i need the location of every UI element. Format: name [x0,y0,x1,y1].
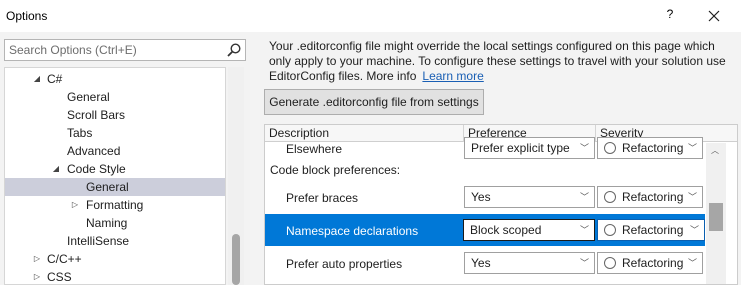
grid-section-code-block: Code block preferences: [265,159,705,181]
chevron-down-icon: ﹀ [579,143,589,153]
chevron-down-icon: ﹀ [579,192,589,202]
section-title: Code block preferences: [270,163,401,177]
search-placeholder: Search Options (Ctrl+E) [9,43,137,57]
scroll-up-icon[interactable]: ︿ [711,145,719,156]
dropdown-value: Prefer explicit type [471,141,570,155]
preference-dropdown[interactable]: Yes ﹀ [464,186,595,208]
collapsed-arrow-icon[interactable]: ▷ [32,250,42,268]
options-tree: ◢ C# General Scroll Bars Tabs Advanced ◢… [4,67,226,285]
preference-dropdown[interactable]: Block scoped ﹀ [463,219,595,241]
close-icon [708,10,720,22]
tree-item-cpp[interactable]: ▷ C/C++ [5,250,225,268]
tree-item-label: General [86,180,129,194]
grid-row-namespace-declarations[interactable]: Namespace declarations Block scoped ﹀ Re… [265,214,705,246]
grid-row-elsewhere[interactable]: Elsewhere Prefer explicit type ﹀ Refacto… [265,137,705,159]
severity-dropdown[interactable]: Refactoring ﹀ [597,137,703,159]
column-header-description[interactable]: Description [265,125,464,142]
chevron-down-icon: ﹀ [579,258,589,268]
tree-item-label: C# [47,72,63,86]
tree-item-code-style[interactable]: ◢ Code Style [5,160,225,178]
notice-text: Your .editorconfig file might override t… [269,39,726,83]
collapsed-arrow-icon[interactable]: ▷ [32,268,42,284]
grid-row-prefer-auto-properties[interactable]: Prefer auto properties Yes ﹀ Refactoring… [265,248,705,278]
chevron-down-icon: ﹀ [687,192,697,202]
tree-item-label: Code Style [67,162,126,176]
dropdown-value: Refactoring [622,256,684,270]
grid-scrollbar[interactable]: ︿ [706,143,726,284]
close-button[interactable] [701,4,727,28]
tree-item-label: Scroll Bars [67,108,126,122]
tree-item-csharp[interactable]: ◢ C# [5,70,225,88]
tree-item-css[interactable]: ▷ CSS [5,268,225,284]
collapsed-arrow-icon[interactable]: ▷ [70,196,80,214]
tree-scrollbar-thumb[interactable] [232,234,240,285]
tree-item-label: Naming [86,216,128,230]
grid-scrollbar-thumb[interactable] [709,203,723,231]
tree-item-scroll-bars[interactable]: Scroll Bars [5,106,225,124]
options-dialog: Options ? Search Options (Ctrl+E) ◢ C# G… [0,0,741,285]
chevron-down-icon: ﹀ [687,143,697,153]
title-bar: Options ? [0,0,741,32]
row-description: Elsewhere [286,142,343,156]
learn-more-link[interactable]: Learn more [422,69,483,83]
tree-item-label: General [67,90,110,104]
severity-dropdown[interactable]: Refactoring ﹀ [597,186,703,208]
row-description: Prefer auto properties [286,257,403,271]
editorconfig-notice: Your .editorconfig file might override t… [269,39,729,84]
tree-item-general[interactable]: General [5,88,225,106]
options-navigation-pane: Search Options (Ctrl+E) ◢ C# General Scr… [0,32,254,285]
expanded-arrow-icon[interactable]: ◢ [32,70,42,88]
search-icon[interactable] [226,42,242,58]
help-button[interactable]: ? [662,7,678,21]
preference-dropdown[interactable]: Yes ﹀ [464,252,595,274]
dropdown-value: Yes [471,190,491,204]
code-style-grid: Description Preference Severity Elsewher… [264,124,738,285]
tree-item-advanced[interactable]: Advanced [5,142,225,160]
chevron-down-icon: ﹀ [579,225,589,235]
preference-dropdown[interactable]: Prefer explicit type ﹀ [464,137,595,159]
tree-item-label: Advanced [67,144,121,158]
dropdown-value: Yes [471,256,491,270]
generate-editorconfig-button[interactable]: Generate .editorconfig file from setting… [264,89,484,115]
chevron-down-icon: ﹀ [687,258,697,268]
chevron-down-icon: ﹀ [689,225,699,235]
search-input[interactable]: Search Options (Ctrl+E) [4,39,246,61]
expanded-arrow-icon[interactable]: ◢ [51,160,61,178]
tree-item-intellisense[interactable]: IntelliSense [5,232,225,250]
window-title: Options [6,9,48,23]
tree-item-label: Formatting [86,198,144,212]
tree-scrollbar[interactable] [228,67,244,285]
severity-dropdown[interactable]: Refactoring ﹀ [597,252,703,274]
dropdown-value: Refactoring [622,141,684,155]
radio-circle-icon [604,191,616,203]
row-description: Namespace declarations [286,224,419,238]
tree-item-formatting[interactable]: ▷ Formatting [5,196,225,214]
code-style-settings-pane: Your .editorconfig file might override t… [254,32,741,285]
row-description: Prefer braces [286,191,359,205]
dropdown-value: Block scoped [470,223,542,237]
dropdown-value: Refactoring [622,190,684,204]
tree-item-label: CSS [47,270,72,284]
tree-item-naming[interactable]: Naming [5,214,225,232]
grid-row-prefer-braces[interactable]: Prefer braces Yes ﹀ Refactoring ﹀ [265,183,705,211]
radio-circle-icon [604,257,616,269]
dropdown-value: Refactoring [622,223,684,237]
severity-dropdown[interactable]: Refactoring ﹀ [597,219,705,241]
tree-item-label: Tabs [67,126,93,140]
tree-item-label: IntelliSense [67,234,130,248]
tree-item-tabs[interactable]: Tabs [5,124,225,142]
radio-circle-icon [604,142,616,154]
tree-item-code-style-general[interactable]: General [5,178,225,196]
tree-item-label: C/C++ [47,252,82,266]
radio-circle-icon [604,224,616,236]
